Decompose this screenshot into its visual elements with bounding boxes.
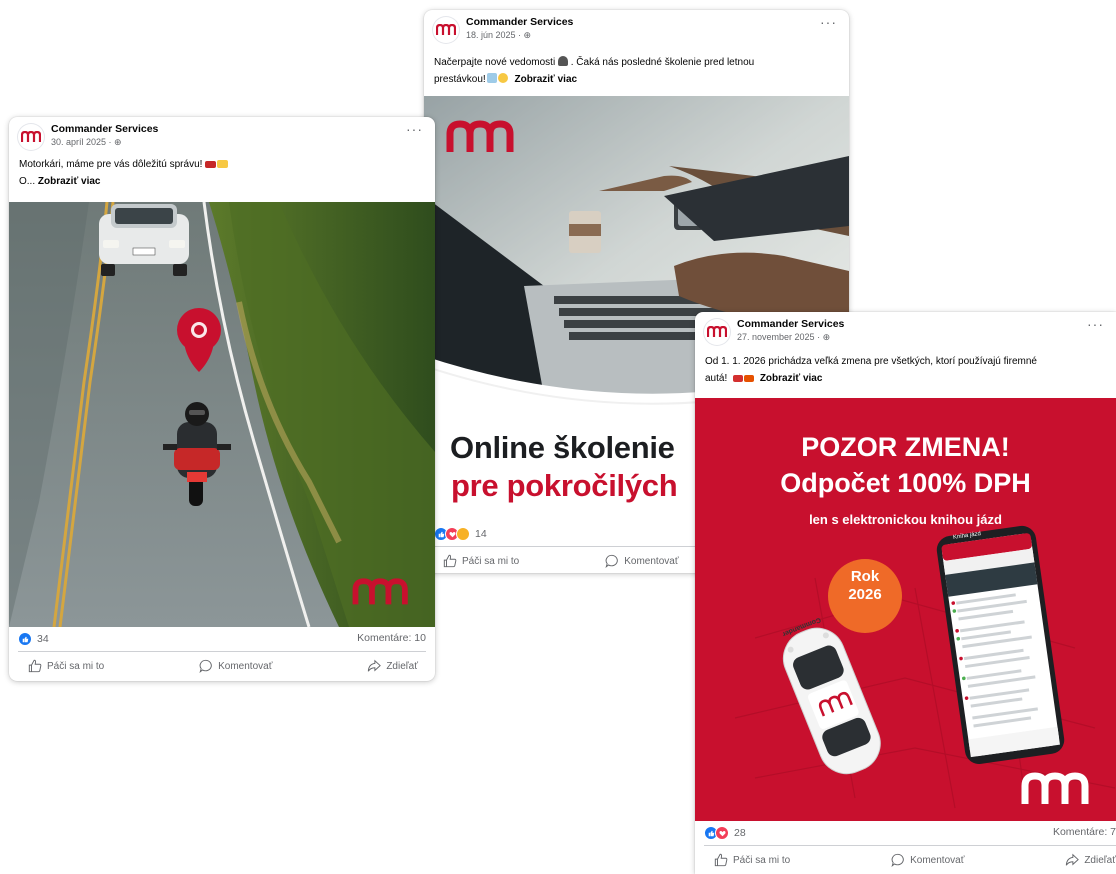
post-text: Načerpajte nové vedomosti . Čaká nás pos… [434, 56, 755, 85]
thumbs-up-icon [714, 853, 728, 867]
share-icon [1066, 853, 1080, 866]
reactions-row: 34 Komentáre: 10 [9, 628, 435, 650]
mm-logo-icon [707, 326, 727, 337]
headline-2: pre pokročilých [451, 468, 678, 503]
thumbs-up-icon [28, 659, 42, 673]
reactions-summary[interactable]: 28 [704, 826, 746, 840]
share-button[interactable]: Zdieľať [359, 659, 426, 673]
comments-count[interactable]: Komentáre: 10 [357, 632, 426, 644]
post-header: Commander Services 27. november 2025 · ⊕… [695, 312, 1116, 350]
share-icon [368, 659, 382, 672]
more-options-button[interactable]: ··· [406, 121, 423, 137]
page-name[interactable]: Commander Services [466, 16, 573, 28]
more-options-button[interactable]: ··· [1087, 316, 1104, 332]
mm-logo-icon [436, 24, 456, 35]
page-avatar[interactable] [704, 319, 730, 345]
mm-logo-icon [1021, 772, 1089, 804]
post-card-1: Commander Services 30. apríl 2025 · ⊕ ··… [9, 117, 435, 681]
post-card-3: Commander Services 27. november 2025 · ⊕… [695, 312, 1116, 874]
truck-emoji-icon [744, 375, 755, 382]
sun-emoji-icon [497, 73, 508, 83]
see-more-link[interactable]: Zobraziť viac [514, 74, 577, 85]
globe-icon: ⊕ [822, 332, 831, 342]
post-header: Commander Services 30. apríl 2025 · ⊕ ··… [9, 117, 435, 155]
more-options-button[interactable]: ··· [820, 14, 837, 30]
reaction-count: 28 [734, 827, 746, 839]
globe-icon: ⊕ [523, 30, 532, 40]
haha-reaction-icon [456, 527, 470, 541]
share-button[interactable]: Zdieľať [1057, 853, 1116, 867]
post-date[interactable]: 27. november 2025 · ⊕ [737, 332, 830, 343]
post-image[interactable]: POZOR ZMENA! Odpočet 100% DPH len s elek… [695, 398, 1116, 821]
action-bar: Páči sa mi to Komentovať Zdieľať [18, 651, 426, 680]
reactions-row: 28 Komentáre: 7 [695, 822, 1116, 844]
action-bar: Páči sa mi to Komentovať Zdieľať [704, 845, 1116, 874]
globe-icon: ⊕ [114, 137, 122, 147]
year-badge-line1: Rok [850, 568, 880, 585]
motorcycle-emoji-icon [205, 161, 217, 168]
post-date[interactable]: 18. jún 2025 · ⊕ [466, 30, 531, 41]
headline-1: POZOR ZMENA! [801, 432, 1010, 462]
like-reaction-icon [18, 632, 32, 646]
like-button[interactable]: Páči sa mi to [433, 554, 527, 568]
comment-button[interactable]: Komentovať [597, 554, 686, 568]
reaction-count: 14 [475, 528, 487, 540]
post-text: Motorkári, máme pre vás dôležitú správu!… [9, 155, 435, 190]
calendar-emoji-icon [486, 73, 497, 83]
comments-count[interactable]: Komentáre: 7 [1053, 826, 1116, 838]
comment-icon [199, 659, 212, 673]
comment-icon [605, 554, 618, 568]
headline-1: Online školenie [450, 430, 675, 465]
page-name[interactable]: Commander Services [51, 123, 158, 135]
reactions-summary[interactable]: 34 [18, 632, 49, 646]
subheadline: len s elektronickou knihou jázd [809, 512, 1002, 527]
page-name[interactable]: Commander Services [737, 318, 844, 330]
love-reaction-icon [715, 826, 729, 840]
mm-logo-icon [352, 578, 408, 605]
car-emoji-icon [733, 375, 744, 382]
road-motorcycle-location-pin-photo [9, 202, 435, 627]
comment-button[interactable]: Komentovať [191, 659, 280, 673]
see-more-link[interactable]: Zobraziť viac [760, 373, 823, 384]
post-image[interactable] [9, 202, 435, 627]
post-header: Commander Services 18. jún 2025 · ⊕ ··· [424, 10, 849, 48]
mm-logo-icon [446, 120, 514, 152]
headline-2: Odpočet 100% DPH [780, 468, 1031, 498]
year-badge: Rok 2026 [828, 568, 902, 604]
mm-logo-icon [21, 131, 41, 142]
like-button[interactable]: Páči sa mi to [18, 659, 112, 673]
reaction-count: 34 [37, 633, 49, 645]
hands-emoji-icon [217, 160, 229, 168]
person-emoji-icon [557, 56, 568, 66]
post-text: Od 1. 1. 2026 prichádza veľká zmena pre … [705, 356, 1037, 384]
see-more-link[interactable]: Zobraziť viac [38, 176, 101, 187]
page-avatar[interactable] [433, 17, 459, 43]
reactions-summary[interactable]: 14 [434, 527, 487, 541]
year-badge-line2: 2026 [848, 586, 882, 603]
post-date[interactable]: 30. apríl 2025 · ⊕ [51, 137, 122, 148]
comment-icon [891, 853, 904, 867]
thumbs-up-icon [443, 554, 457, 568]
comment-button[interactable]: Komentovať [883, 853, 972, 867]
page-avatar[interactable] [18, 124, 44, 150]
like-button[interactable]: Páči sa mi to [704, 853, 798, 867]
